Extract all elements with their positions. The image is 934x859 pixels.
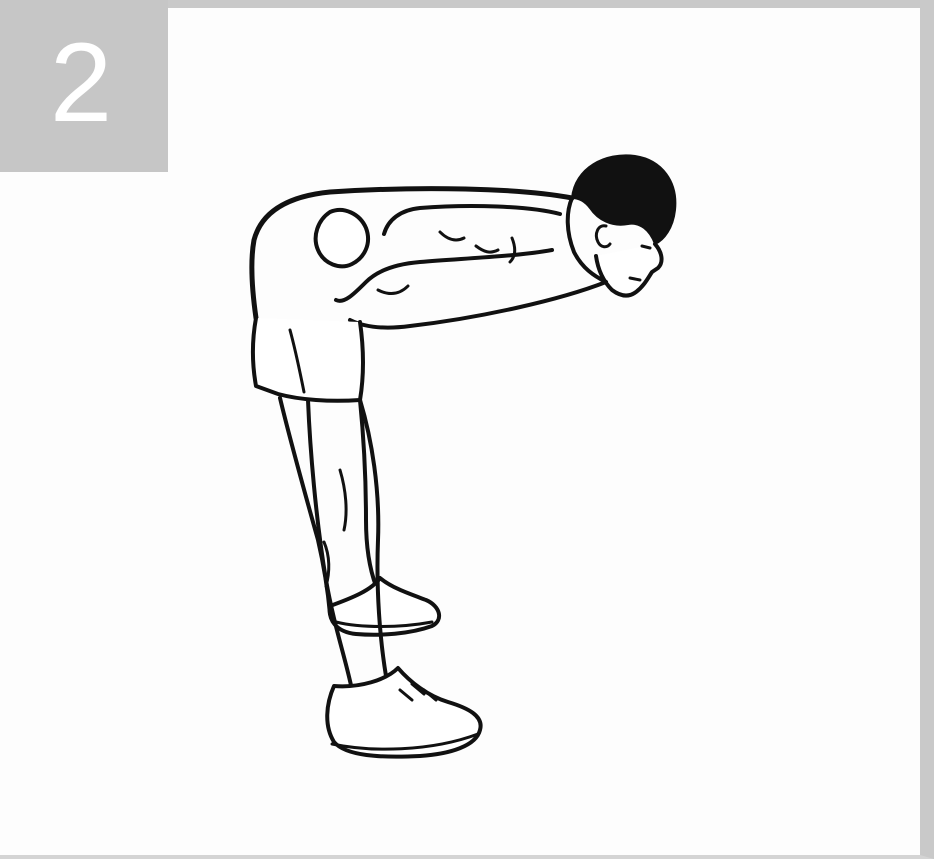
ear — [594, 224, 612, 249]
calf-detail — [338, 468, 348, 532]
shirt-fold-2 — [474, 244, 500, 254]
upper-arm — [382, 204, 562, 236]
eye — [640, 244, 652, 250]
hand-on-back — [313, 208, 371, 269]
shirt-fold-3 — [508, 236, 517, 264]
bending-person-illustration — [249, 154, 677, 759]
mouth — [628, 276, 642, 282]
front-leg — [306, 398, 388, 692]
face-outline — [594, 242, 664, 298]
shirt-fold-4 — [376, 284, 410, 295]
torso-belly — [348, 280, 608, 330]
head-hair — [571, 154, 677, 245]
shorts — [251, 316, 365, 403]
forearm — [334, 248, 554, 303]
shirt-fold-1 — [438, 230, 466, 242]
